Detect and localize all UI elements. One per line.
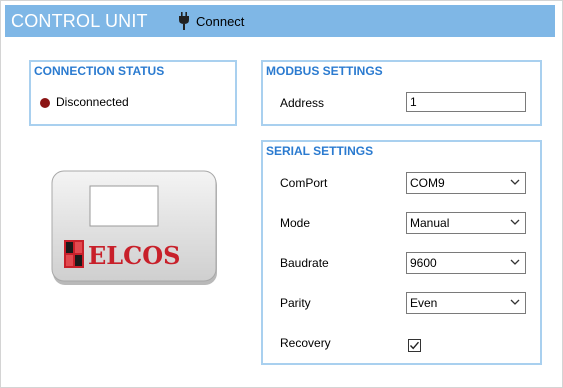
app-title: CONTROL UNIT: [11, 11, 148, 31]
chevron-down-icon: [510, 299, 520, 305]
chevron-down-icon: [510, 259, 520, 265]
comport-value: COM9: [410, 176, 445, 190]
checkmark-icon: [409, 341, 420, 350]
baudrate-select[interactable]: 9600: [406, 252, 526, 274]
connection-status-title: CONNECTION STATUS: [34, 64, 165, 78]
chevron-down-icon: [510, 179, 520, 185]
device-illustration: ELCOS: [51, 170, 217, 285]
header-bar: CONTROL UNIT Connect: [5, 5, 555, 37]
modbus-settings-title: MODBUS SETTINGS: [266, 64, 383, 78]
mode-label: Mode: [280, 216, 311, 230]
brand-label: ELCOS: [88, 241, 181, 270]
device-display: [89, 185, 159, 227]
connect-button[interactable]: Connect: [178, 9, 260, 33]
status-indicator-icon: [40, 98, 50, 108]
connection-status-group: CONNECTION STATUS Disconnected: [29, 60, 237, 126]
mode-value: Manual: [410, 216, 450, 230]
serial-settings-title: SERIAL SETTINGS: [266, 144, 374, 158]
connect-label: Connect: [196, 13, 245, 29]
recovery-checkbox[interactable]: [408, 339, 421, 352]
serial-settings-group: SERIAL SETTINGS ComPort COM9 Mode Manual…: [261, 140, 542, 365]
connection-status-text: Disconnected: [56, 95, 129, 109]
plug-icon: [179, 12, 189, 30]
comport-select[interactable]: COM9: [406, 172, 526, 194]
recovery-label: Recovery: [280, 336, 331, 350]
baudrate-value: 9600: [410, 256, 437, 270]
parity-select[interactable]: Even: [406, 292, 526, 314]
elcos-logo-icon: [64, 240, 84, 268]
address-label: Address: [280, 96, 325, 110]
mode-select[interactable]: Manual: [406, 212, 526, 234]
comport-label: ComPort: [280, 176, 328, 190]
modbus-settings-group: MODBUS SETTINGS Address 1: [261, 60, 542, 126]
parity-label: Parity: [280, 296, 311, 310]
baudrate-label: Baudrate: [280, 256, 329, 270]
chevron-down-icon: [510, 219, 520, 225]
parity-value: Even: [410, 296, 438, 310]
address-input[interactable]: 1: [406, 92, 526, 112]
